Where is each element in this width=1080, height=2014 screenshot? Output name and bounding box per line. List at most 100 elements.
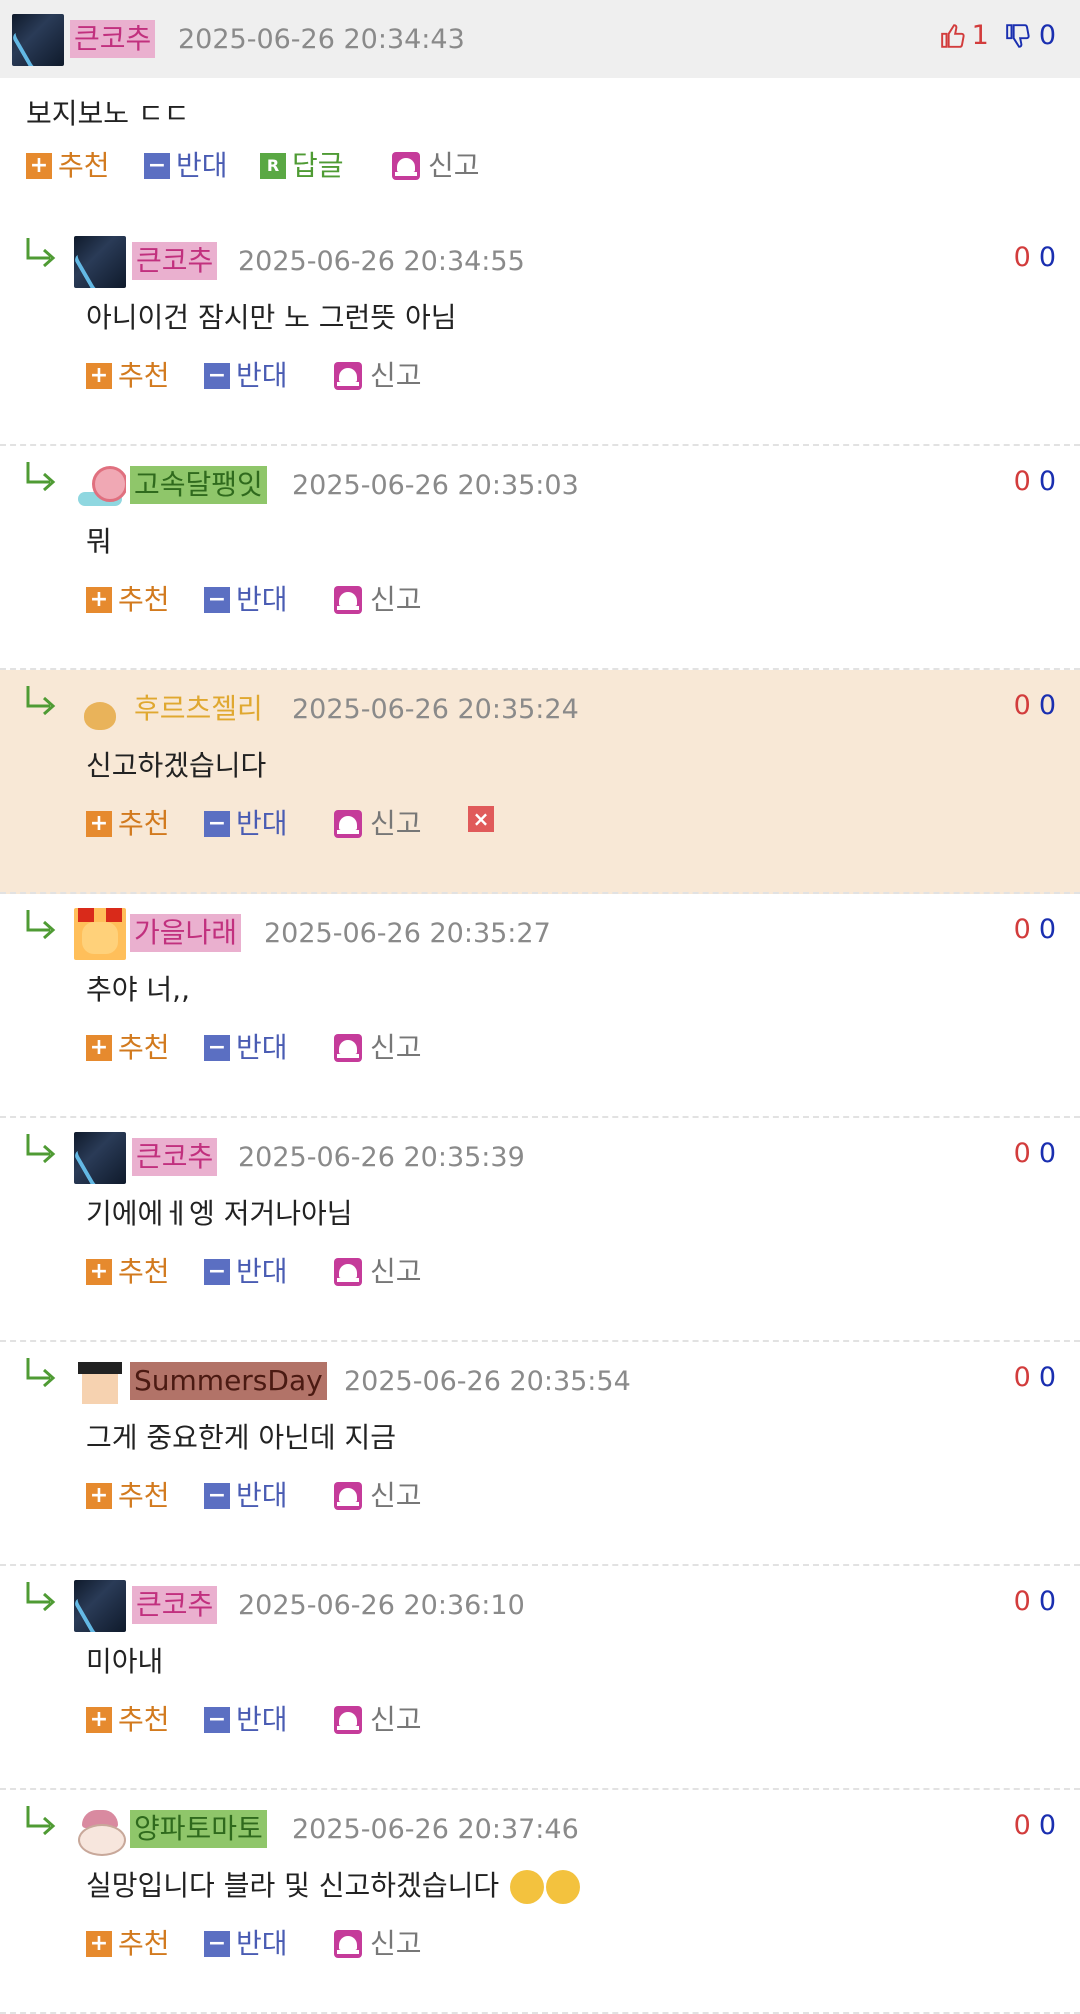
comment-actions: + 추천 − 반대 신고: [0, 1232, 1080, 1312]
oppose-button[interactable]: − 반대: [204, 358, 288, 394]
oppose-button[interactable]: − 반대: [204, 806, 288, 842]
comment-text-content: 미아내: [86, 1645, 164, 1678]
report-label: 신고: [428, 149, 480, 182]
plus-icon: +: [86, 1931, 112, 1957]
reply-button[interactable]: R 답글: [260, 148, 344, 184]
recommend-button[interactable]: + 추천: [86, 1702, 170, 1738]
avatar[interactable]: [74, 684, 126, 736]
oppose-label: 반대: [236, 1703, 288, 1736]
reply-label: 답글: [292, 149, 344, 182]
nickname[interactable]: 양파토마토: [130, 1810, 267, 1848]
reply-icon: R: [260, 153, 286, 179]
comment-text: 아니이건 잠시만 노 그런뜻 아님: [0, 300, 1080, 336]
plus-icon: +: [86, 1483, 112, 1509]
recommend-button[interactable]: + 추천: [86, 806, 170, 842]
comment-text-content: 기에에ㅔ엥 저거나아님: [86, 1197, 353, 1230]
avatar[interactable]: [74, 1580, 126, 1632]
recommend-button[interactable]: + 추천: [86, 1478, 170, 1514]
oppose-button[interactable]: − 반대: [204, 582, 288, 618]
report-button[interactable]: 신고: [334, 806, 422, 842]
comment-text: 실망입니다 블라 및 신고하겠습니다: [0, 1868, 1080, 1904]
comment-text: 신고하겠습니다: [0, 748, 1080, 784]
nickname[interactable]: 큰코추: [132, 1138, 218, 1176]
reply-arrow-icon: [26, 462, 56, 492]
recommend-button[interactable]: + 추천: [86, 358, 170, 394]
comment-text-content: 뭐: [86, 525, 112, 558]
timestamp: 2025-06-26 20:35:24: [292, 694, 579, 725]
minus-icon: −: [204, 1259, 230, 1285]
reply-arrow-icon: [26, 910, 56, 940]
oppose-label: 반대: [236, 1927, 288, 1960]
recommend-button[interactable]: + 추천: [86, 1030, 170, 1066]
upvote-count: 0: [1013, 914, 1031, 945]
vote-counts: 00: [1014, 464, 1056, 500]
avatar[interactable]: [12, 14, 64, 66]
nickname[interactable]: 큰코추: [132, 242, 218, 280]
recommend-label: 추천: [118, 1479, 170, 1512]
reply-arrow-icon: [26, 238, 56, 268]
comment-header: SummersDay 2025-06-26 20:35:54 00: [0, 1342, 1080, 1420]
vote-counts: 00: [1014, 1808, 1056, 1844]
oppose-button[interactable]: − 반대: [204, 1254, 288, 1290]
delete-button[interactable]: ×: [468, 806, 500, 832]
report-button[interactable]: 신고: [334, 1926, 422, 1962]
downvote-count: 0: [1038, 1586, 1056, 1617]
vote-counts: 00: [1014, 912, 1056, 948]
reply-item: 큰코추 2025-06-26 20:35:39 00 기에에ㅔ엥 저거나아님 +…: [0, 1118, 1080, 1342]
report-label: 신고: [370, 583, 422, 616]
report-button[interactable]: 신고: [392, 148, 480, 184]
timestamp: 2025-06-26 20:35:27: [264, 918, 551, 949]
comment-header: 후르츠젤리 2025-06-26 20:35:24 00: [0, 670, 1080, 748]
nickname[interactable]: 큰코추: [70, 20, 156, 58]
comment-actions: + 추천 − 반대 R 답글 신고: [0, 132, 1080, 212]
report-button[interactable]: 신고: [334, 358, 422, 394]
oppose-button[interactable]: − 반대: [204, 1478, 288, 1514]
oppose-button[interactable]: − 반대: [204, 1926, 288, 1962]
recommend-button[interactable]: + 추천: [86, 582, 170, 618]
recommend-button[interactable]: + 추천: [86, 1254, 170, 1290]
avatar[interactable]: [74, 1804, 126, 1856]
recommend-label: 추천: [58, 149, 110, 182]
reply-item: SummersDay 2025-06-26 20:35:54 00 그게 중요한…: [0, 1342, 1080, 1566]
report-label: 신고: [370, 1479, 422, 1512]
report-button[interactable]: 신고: [334, 1030, 422, 1066]
downvote-count: 0: [1038, 690, 1056, 721]
oppose-button[interactable]: − 반대: [144, 148, 228, 184]
comment-header: 큰코추 2025-06-26 20:36:10 00: [0, 1566, 1080, 1644]
nickname[interactable]: 고속달팽잇: [130, 466, 267, 504]
recommend-button[interactable]: + 추천: [26, 148, 110, 184]
timestamp: 2025-06-26 20:34:43: [178, 24, 465, 55]
recommend-button[interactable]: + 추천: [86, 1926, 170, 1962]
recommend-label: 추천: [118, 583, 170, 616]
nickname[interactable]: SummersDay: [130, 1362, 327, 1400]
report-button[interactable]: 신고: [334, 1702, 422, 1738]
avatar[interactable]: [74, 908, 126, 960]
report-button[interactable]: 신고: [334, 1478, 422, 1514]
avatar[interactable]: [74, 460, 126, 512]
nickname[interactable]: 후르츠젤리: [130, 690, 267, 728]
nickname[interactable]: 가을나래: [130, 914, 242, 952]
avatar[interactable]: [74, 1132, 126, 1184]
report-button[interactable]: 신고: [334, 582, 422, 618]
downvote-count: 0: [1038, 466, 1056, 497]
oppose-button[interactable]: − 반대: [204, 1030, 288, 1066]
downvote-count: 0: [1038, 242, 1056, 273]
avatar[interactable]: [74, 236, 126, 288]
oppose-button[interactable]: − 반대: [204, 1702, 288, 1738]
comment-actions: + 추천 − 반대 신고: [0, 560, 1080, 640]
plus-icon: +: [86, 1707, 112, 1733]
comment-text-content: 신고하겠습니다: [86, 749, 267, 782]
upvote-count: 0: [1013, 242, 1031, 273]
downvote-count: 0: [1038, 1138, 1056, 1169]
comment-actions: + 추천 − 반대 신고 ×: [0, 784, 1080, 864]
siren-icon: [334, 1482, 362, 1510]
avatar[interactable]: [74, 1356, 126, 1408]
report-button[interactable]: 신고: [334, 1254, 422, 1290]
siren-icon: [334, 586, 362, 614]
comment-header: 가을나래 2025-06-26 20:35:27 00: [0, 894, 1080, 972]
plus-icon: +: [86, 587, 112, 613]
plus-icon: +: [86, 811, 112, 837]
nickname[interactable]: 큰코추: [132, 1586, 218, 1624]
timestamp: 2025-06-26 20:34:55: [238, 246, 525, 277]
reply-item: 후르츠젤리 2025-06-26 20:35:24 00 신고하겠습니다 + 추천…: [0, 670, 1080, 894]
